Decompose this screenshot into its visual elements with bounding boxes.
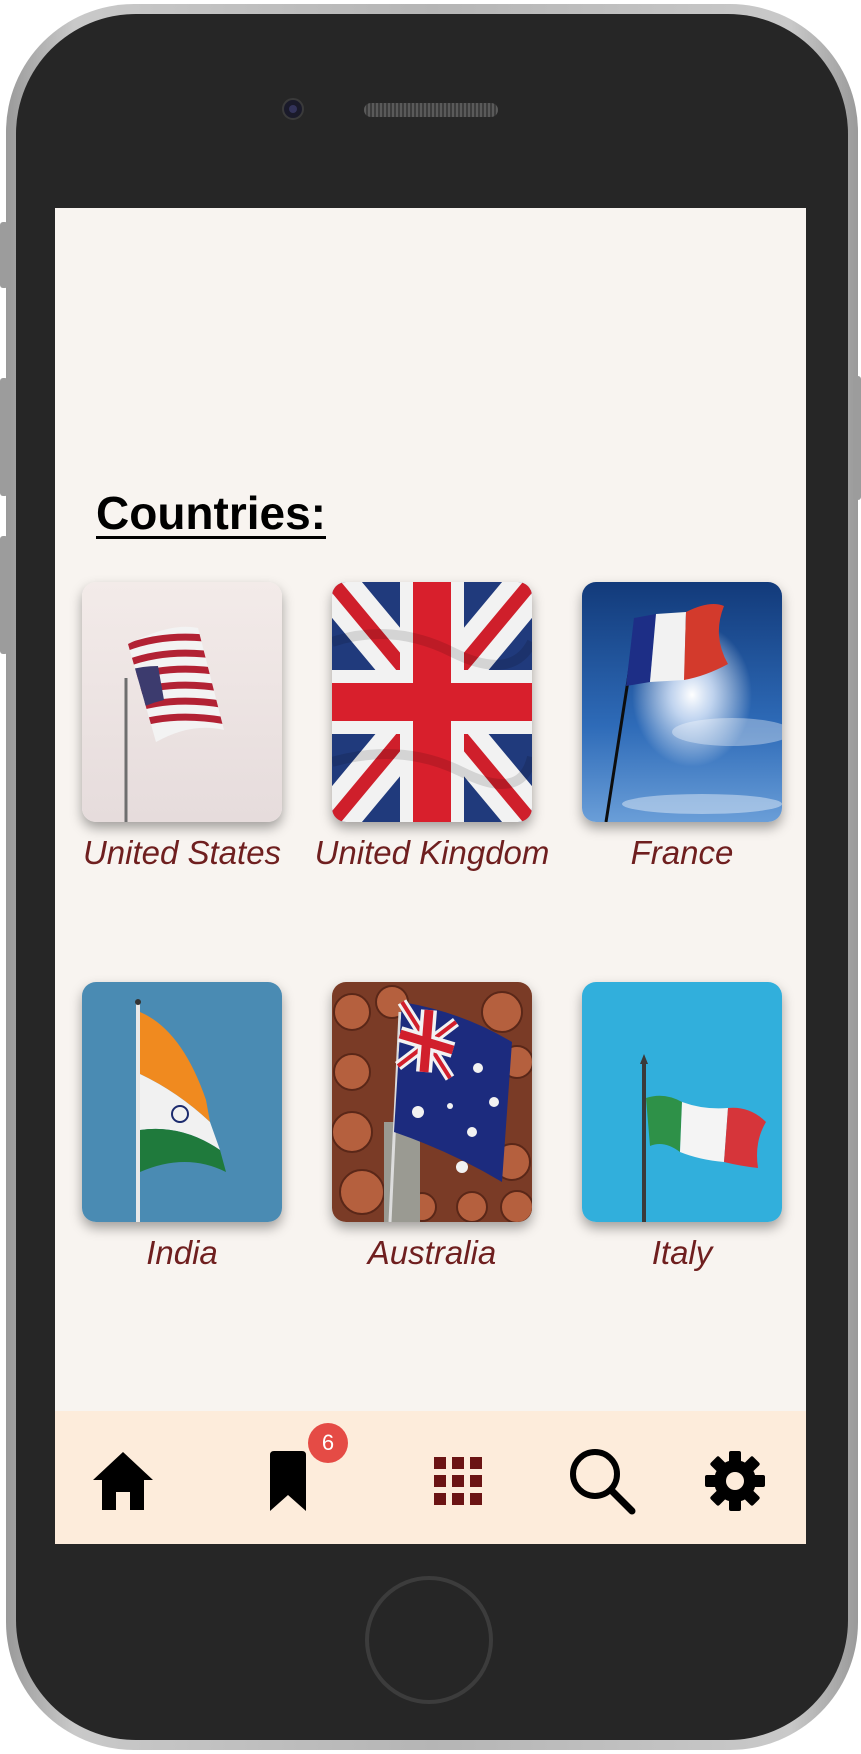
tab-categories[interactable] (418, 1441, 498, 1521)
flag-image-united-states (82, 582, 282, 822)
country-label: India (146, 1234, 218, 1271)
grid-icon (434, 1457, 482, 1505)
country-label: Italy (651, 1234, 713, 1271)
flag-image-india (82, 982, 282, 1222)
country-card-france[interactable]: France (582, 582, 782, 874)
flag-image-australia (332, 982, 532, 1222)
page-title: Countries: (96, 487, 326, 539)
speaker-grille (364, 103, 498, 117)
side-button (0, 222, 8, 288)
flag-image-united-kingdom (332, 582, 532, 822)
tab-home[interactable] (83, 1441, 163, 1521)
country-card-australia[interactable]: Australia (332, 982, 532, 1274)
country-label: United States (82, 834, 282, 871)
country-card-italy[interactable]: Italy (582, 982, 782, 1274)
bookmark-icon (270, 1451, 306, 1511)
power-button (853, 376, 861, 500)
country-card-india[interactable]: India (82, 982, 282, 1274)
flag-image-france (582, 582, 782, 822)
tab-search[interactable] (562, 1441, 642, 1521)
country-card-united-kingdom[interactable]: United Kingdom (315, 582, 549, 874)
app-screen: Countries: United States United Kingdom … (55, 208, 806, 1544)
home-icon (93, 1452, 153, 1510)
home-button[interactable] (365, 1576, 493, 1704)
front-camera (282, 98, 304, 120)
volume-up-button (0, 378, 8, 496)
tab-settings[interactable] (695, 1441, 775, 1521)
country-label: United Kingdom (314, 834, 550, 871)
bookmark-count-badge: 6 (308, 1423, 348, 1463)
gear-icon (705, 1451, 765, 1511)
search-icon (570, 1449, 636, 1515)
volume-down-button (0, 536, 8, 654)
flag-image-italy (582, 982, 782, 1222)
country-card-united-states[interactable]: United States (82, 582, 282, 874)
bottom-tab-bar: 6 (55, 1411, 806, 1544)
country-label: France (630, 834, 734, 871)
country-label: Australia (367, 1234, 497, 1271)
